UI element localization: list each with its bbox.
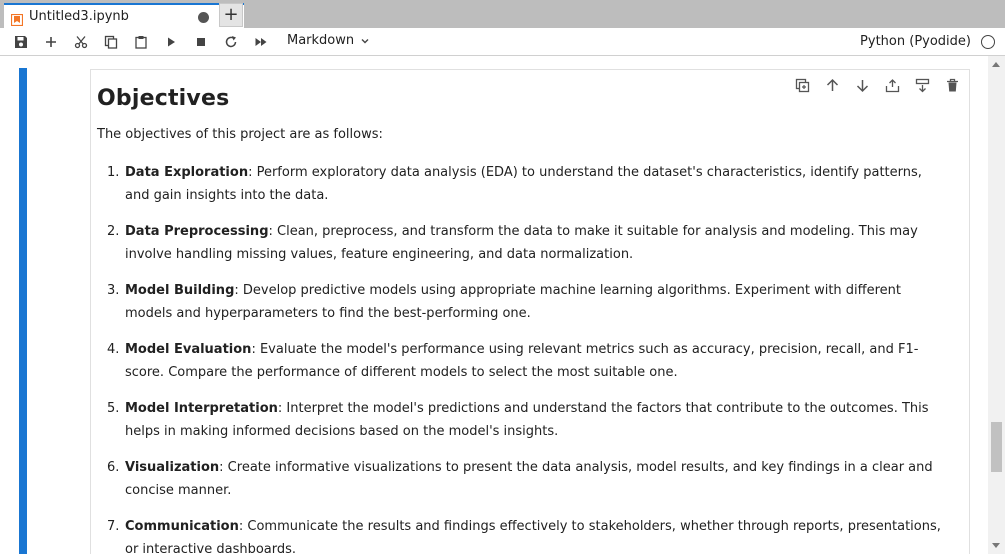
list-number: 1. [107, 165, 120, 180]
run-icon[interactable] [162, 33, 180, 51]
restart-icon[interactable] [222, 33, 240, 51]
cell-heading: Objectives [97, 86, 230, 111]
active-cell-indicator[interactable] [19, 68, 27, 554]
notebook-toolbar: Markdown Python (Pyodide) [0, 28, 1005, 56]
item-title: Visualization [125, 460, 220, 475]
chevron-down-icon [361, 38, 369, 43]
cell-type-label: Markdown [287, 33, 355, 48]
intro-text: The objectives of this project are as fo… [97, 127, 383, 142]
item-title: Model Building [125, 283, 235, 298]
save-icon[interactable] [12, 33, 30, 51]
item-text: : Develop predictive models using approp… [125, 283, 902, 321]
list-item: 4. Model Evaluation: Evaluate the model's… [107, 339, 947, 384]
notebook-tab[interactable]: Untitled3.ipynb [4, 3, 244, 28]
vertical-scrollbar[interactable] [988, 56, 1005, 554]
paste-icon[interactable] [132, 33, 150, 51]
list-item: 2. Data Preprocessing: Clean, preprocess,… [107, 221, 947, 266]
unsaved-indicator-icon[interactable] [198, 12, 209, 23]
list-number: 5. [107, 401, 120, 416]
notebook-icon [10, 11, 24, 26]
item-title: Communication [125, 519, 239, 534]
scroll-up-icon[interactable] [992, 62, 1000, 67]
list-item: 5. Model Interpretation: Interpret the mo… [107, 398, 947, 443]
item-title: Data Exploration [125, 165, 249, 180]
item-text: : Create informative visualizations to p… [125, 460, 933, 498]
notebook-panel: Objectives The objectives of this projec… [0, 56, 1005, 554]
list-number: 7. [107, 519, 120, 534]
list-number: 6. [107, 460, 120, 475]
item-title: Model Interpretation [125, 401, 278, 416]
list-item: 3. Model Building: Develop predictive mod… [107, 280, 947, 325]
list-number: 3. [107, 283, 120, 298]
markdown-content: Objectives The objectives of this projec… [97, 86, 947, 554]
tab-title: Untitled3.ipynb [29, 9, 129, 24]
list-item: 1. Data Exploration: Perform exploratory … [107, 162, 947, 207]
list-number: 2. [107, 224, 120, 239]
item-title: Model Evaluation [125, 342, 252, 357]
item-title: Data Preprocessing [125, 224, 269, 239]
item-text: : Communicate the results and findings e… [125, 519, 941, 554]
cell-type-select[interactable]: Markdown [287, 33, 370, 48]
list-item: 7. Communication: Communicate the results… [107, 516, 947, 554]
objectives-list: 1. Data Exploration: Perform exploratory … [97, 162, 947, 554]
run-all-icon[interactable] [252, 33, 270, 51]
tab-bar: Untitled3.ipynb + [0, 0, 1005, 28]
add-cell-icon[interactable] [42, 33, 60, 51]
new-tab-button[interactable]: + [219, 3, 243, 27]
cut-icon[interactable] [72, 33, 90, 51]
kernel-name[interactable]: Python (Pyodide) [860, 34, 971, 49]
list-number: 4. [107, 342, 120, 357]
markdown-cell[interactable]: Objectives The objectives of this projec… [90, 69, 970, 554]
scrollbar-thumb[interactable] [991, 422, 1002, 472]
stop-icon[interactable] [192, 33, 210, 51]
list-item: 6. Visualization: Create informative visu… [107, 457, 947, 502]
copy-icon[interactable] [102, 33, 120, 51]
kernel-status-icon [981, 35, 995, 49]
scroll-down-icon[interactable] [992, 543, 1000, 548]
